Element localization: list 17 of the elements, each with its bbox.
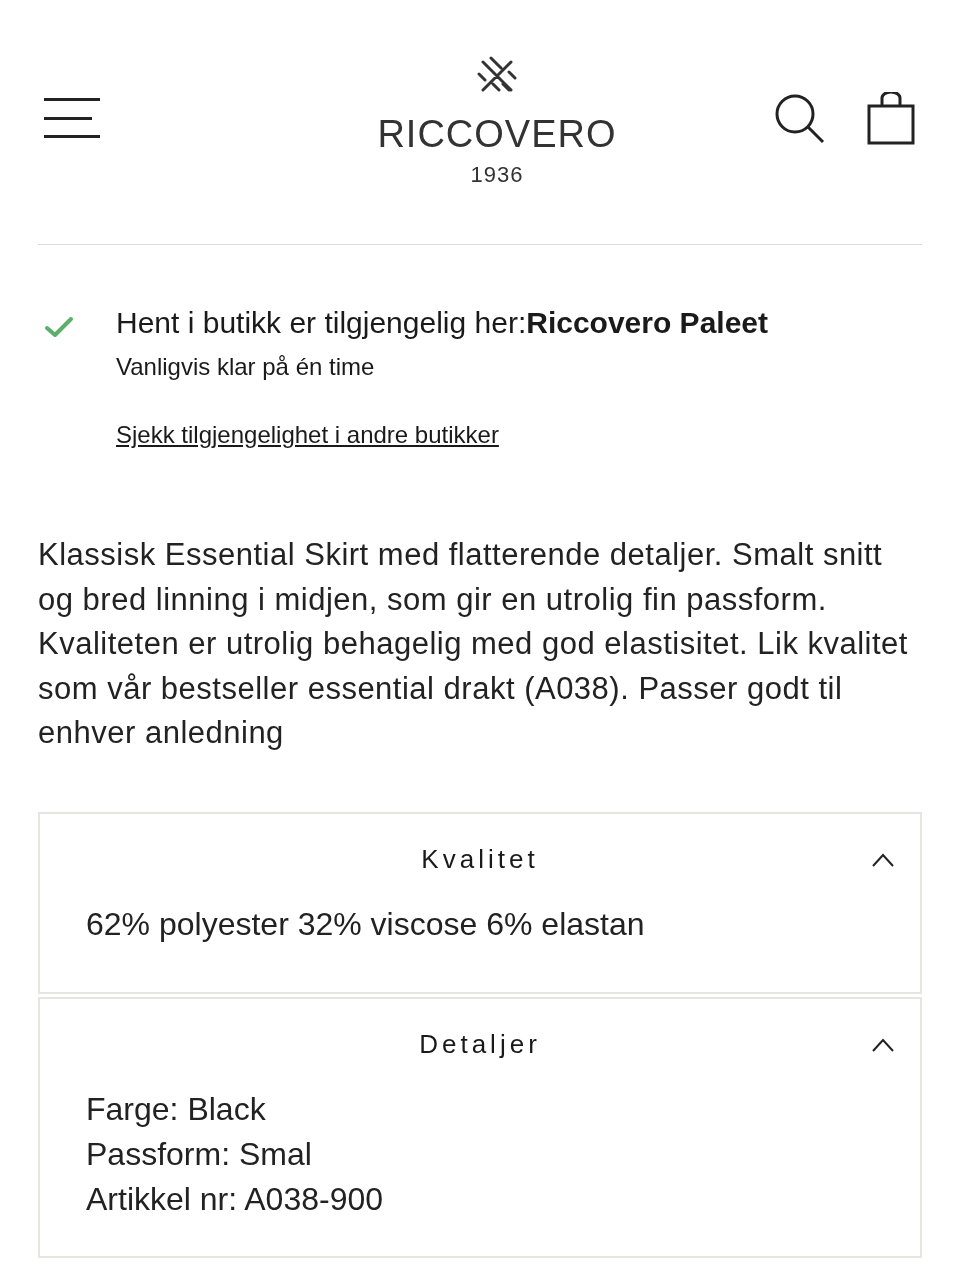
- check-stores-link[interactable]: Sjekk tilgjengelighet i andre butikker: [116, 419, 499, 451]
- brand-year: 1936: [470, 162, 524, 188]
- product-description: Klassisk Essential Skirt med flatterende detaljer. Smalt snitt og bred linning i midjen, som gir en utrolig fin passform. Kvaliteten er utrolig behagelig med god elastisitet. Lik kvalitet som vår bestseller essential drakt (A038). Passer godt til enhver anledning: [38, 536, 909, 752]
- accordion-text: 62% polyester 32% viscose 6% elastan: [86, 904, 646, 944]
- shopping-bag-icon[interactable]: [866, 92, 916, 146]
- pickup-note: Vanligvis klar på én time: [116, 352, 376, 382]
- search-icon[interactable]: [774, 93, 826, 145]
- accordion-header[interactable]: Detaljer: [66, 1026, 894, 1063]
- chevron-up-icon: [872, 852, 894, 867]
- accordion-text: Farge: Black: [86, 1089, 267, 1129]
- accordion-header[interactable]: Kvalitet: [66, 841, 894, 878]
- accordion-text: Artikkel nr: A038-900: [86, 1179, 385, 1219]
- menu-button[interactable]: [44, 98, 100, 138]
- pickup-availability: Hent i butikk er tilgjengelig her:Riccovero Paleet: [116, 305, 768, 341]
- brand-name: RICCOVERO: [377, 114, 617, 154]
- accordion-text: Passform: Smal: [86, 1134, 313, 1174]
- chevron-up-icon: [872, 1037, 894, 1052]
